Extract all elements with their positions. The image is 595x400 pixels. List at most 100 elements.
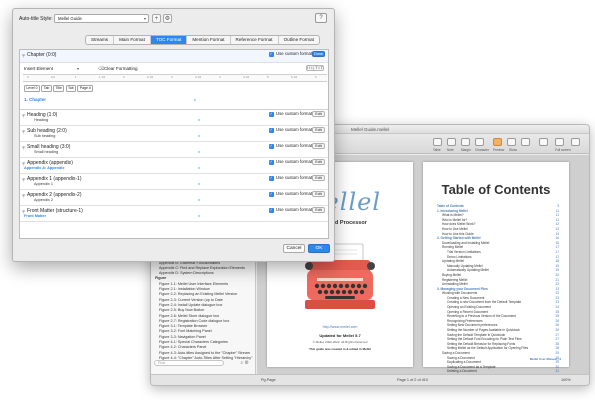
element-tokens: Level 0 Tab Title Tab Page # <box>24 85 94 92</box>
tab-toc-format[interactable]: TOC Format <box>150 36 188 44</box>
edit-button[interactable]: Edit <box>312 175 325 181</box>
chevron-down-icon: ▾ <box>77 66 80 71</box>
edit-button[interactable]: Edit <box>312 143 325 149</box>
cover-url[interactable]: http://www.mellel.com <box>267 325 413 329</box>
toolbar-label-table: Table <box>433 148 441 152</box>
outline-list: Chapter 7 - Configuring MellelAppendix A… <box>155 250 253 367</box>
character-icon[interactable] <box>475 138 484 146</box>
level-sample: Appendix A: Appendix <box>24 165 65 170</box>
toc-format-panel: ╤ Chapter (0:0) Use custom format Done I… <box>19 49 329 239</box>
use-custom-format-checkbox[interactable] <box>269 159 274 165</box>
note-icon[interactable] <box>447 138 456 146</box>
status-bar: Pg.Page Page 1 of 2 of 410 100% <box>151 374 589 385</box>
insert-element-menu[interactable]: Insert Element <box>24 66 53 71</box>
use-custom-format-checkbox[interactable] <box>269 143 274 149</box>
tab-streams[interactable]: Streams <box>86 36 115 44</box>
level-sample: Heading <box>34 117 49 122</box>
inspector-icon[interactable] <box>571 138 580 146</box>
ruler-tick: 6 <box>315 75 317 79</box>
cancel-button[interactable]: Cancel <box>283 244 305 253</box>
ruler-tick: 1 <box>75 75 77 79</box>
use-custom-format-label: Use custom format <box>276 159 313 165</box>
level-page-marker: 8 <box>198 214 200 218</box>
autotitle-style-select[interactable]: Mellel Guide ▾ <box>54 14 149 23</box>
edit-button[interactable]: Edit <box>312 111 325 117</box>
ruler-tick: 4 1/2 <box>243 75 250 79</box>
gear-icon[interactable]: ⚙ <box>163 14 172 23</box>
ruler-tick: 5 <box>267 75 269 79</box>
show-icon[interactable] <box>507 138 516 146</box>
edit-button[interactable]: Edit <box>312 159 325 165</box>
level-page-marker: 8 <box>198 118 200 122</box>
element-token[interactable]: Title <box>53 85 65 92</box>
pin-icon: ╤ <box>22 112 26 117</box>
level-row[interactable]: ╤Small heading (3:0)Small heading8Use cu… <box>20 142 328 158</box>
edit-button[interactable]: Edit <box>312 191 325 197</box>
level-sample: Sub heading <box>34 133 56 138</box>
level-row[interactable]: ╤Appendix 1 (appendix-1)Appendix 18Use c… <box>20 174 328 190</box>
table-icon[interactable] <box>433 138 442 146</box>
toolbar-label-show: Show <box>509 148 517 152</box>
use-custom-format-checkbox[interactable] <box>269 111 274 117</box>
level-sample: Small heading <box>34 149 59 154</box>
preview-icon[interactable] <box>493 138 502 146</box>
sidebar-toggle-icon[interactable] <box>555 138 564 146</box>
element-token[interactable]: Page # <box>77 85 94 92</box>
use-custom-format-checkbox[interactable] <box>269 127 274 133</box>
autotitle-style-dialog: Auto-title Style: Mellel Guide ▾ + ⚙ ? S… <box>12 8 335 262</box>
use-custom-format-checkbox[interactable] <box>269 207 274 213</box>
fullscreen-icon[interactable] <box>521 138 530 146</box>
level-row[interactable]: ╤Sub heading (2:0)Sub heading8Use custom… <box>20 126 328 142</box>
level-sample: Front Matter <box>24 213 47 218</box>
tab-ruler[interactable]: 0 1/2 1 1 1/2 2 2 1/2 3 3 1/2 4 4 1/2 5 5 1/2 6 <box>23 74 327 82</box>
tab-outline-format[interactable]: Outline Format <box>279 36 319 44</box>
ruler-tick: 1 1/2 <box>99 75 106 79</box>
clear-formatting-button[interactable]: Clear Formatting <box>104 66 138 71</box>
sidebar-action-icons[interactable]: ⌕ ⚙ <box>240 360 249 366</box>
level-page-marker: 8 <box>198 182 200 186</box>
use-custom-format-label: Use custom format <box>276 175 313 181</box>
level-row[interactable]: ╤ Front Matter (structure-1) Front Matter 8… <box>20 206 328 222</box>
toolbar-label-preview: Preview <box>493 148 505 152</box>
element-token[interactable]: Tab <box>65 85 76 92</box>
ruler-tick: 2 <box>123 75 125 79</box>
help-button[interactable]: ? <box>315 13 327 23</box>
level-row[interactable]: ╤Heading (1:0)Heading8Use custom formatE… <box>20 110 328 126</box>
done-button[interactable]: Done <box>312 51 325 57</box>
tab-reference-format[interactable]: Reference Format <box>231 36 279 44</box>
ruler-tick: 4 <box>219 75 221 79</box>
element-token[interactable]: Tab <box>41 85 52 92</box>
element-token[interactable]: Level 0 <box>24 85 40 92</box>
document-title: Mellel Guide.mellel <box>351 127 390 132</box>
dialog-topbar: Auto-title Style: Mellel Guide ▾ + ⚙ ? <box>13 9 334 29</box>
use-custom-format-checkbox[interactable] <box>269 175 274 181</box>
ruler-tick: 5 1/2 <box>291 75 298 79</box>
level-page-marker: 8 <box>198 198 200 202</box>
level-row[interactable]: ╤Appendix 2 (appendix-2)Appendix 28Use c… <box>20 190 328 206</box>
add-button[interactable]: + <box>152 14 161 23</box>
status-left: Pg.Page <box>261 378 276 382</box>
use-custom-format-label: Use custom format <box>276 191 313 197</box>
toc-footer: Mellel User Manual | 3 <box>529 357 561 361</box>
level-row-chapter[interactable]: ╤ Chapter (0:0) Use custom format Done <box>20 50 328 63</box>
share-icon[interactable] <box>539 138 548 146</box>
use-custom-format-checkbox[interactable] <box>269 51 274 57</box>
use-custom-format-checkbox[interactable] <box>269 191 274 197</box>
toolbar-label-margin: Margin <box>461 148 471 152</box>
level-name: Chapter (0:0) <box>27 51 57 58</box>
tab-mention-format[interactable]: Mention Format <box>187 36 231 44</box>
edit-button[interactable]: Edit <box>312 207 325 213</box>
level-page-marker: 8 <box>198 150 200 154</box>
level-sample: Appendix 1 <box>34 181 53 186</box>
margin-icon[interactable] <box>461 138 470 146</box>
tab-main-format[interactable]: Main Format <box>114 36 151 44</box>
ok-button[interactable]: OK <box>308 244 330 253</box>
edit-button[interactable]: Edit <box>312 127 325 133</box>
use-custom-format-label: Use custom format <box>276 111 313 117</box>
level-row[interactable]: ╤ Appendix (appendix) Appendix A: Appendix… <box>20 158 328 174</box>
alignment-buttons[interactable]: I I I | T I T <box>306 65 324 71</box>
sidebar-search-input[interactable]: Find <box>154 360 224 366</box>
toc-title: Table of Contents <box>441 182 551 197</box>
use-custom-format-label: Use custom format <box>276 207 313 213</box>
status-zoom[interactable]: 100% <box>561 378 571 382</box>
